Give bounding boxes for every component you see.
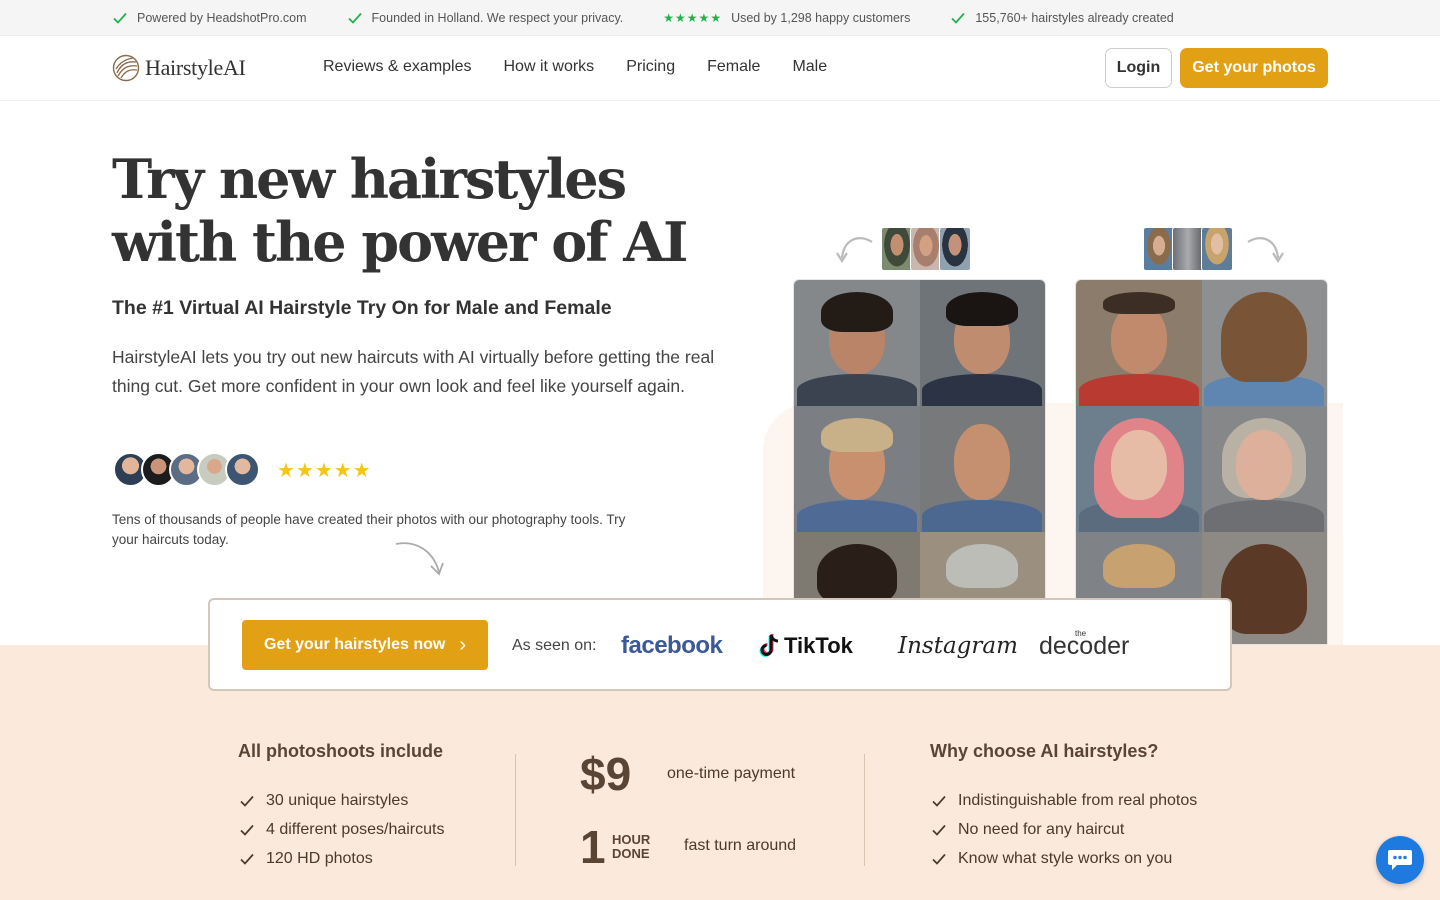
column-divider xyxy=(864,754,865,866)
rotate-arrow-icon xyxy=(836,237,873,264)
list-item-label: 30 unique hairstyles xyxy=(266,792,409,809)
input-photo-thumbnail xyxy=(939,227,971,271)
hero-title-line: Try new hairstyles xyxy=(112,147,627,211)
list-item-label: Indistinguishable from real photos xyxy=(958,792,1198,809)
hairstyle-result-photo xyxy=(1076,406,1202,532)
hairstyle-result-photo xyxy=(794,280,920,406)
list-item-label: No need for any haircut xyxy=(958,821,1125,838)
hero-social-proof-note: Tens of thousands of people have created… xyxy=(112,512,626,547)
tiktok-wordmark: TikTok xyxy=(784,633,853,658)
check-icon xyxy=(113,12,127,24)
top-trust-strip: Powered by HeadshotPro.com Founded in Ho… xyxy=(0,0,1440,36)
hairstyle-result-photo xyxy=(1201,280,1327,406)
nav-link-pricing[interactable]: Pricing xyxy=(626,58,675,76)
column-divider xyxy=(515,754,516,866)
tiktok-logo: TikTok xyxy=(758,626,853,666)
instagram-logo: Instagram xyxy=(898,633,1018,659)
trust-item-hairstyles-created: 155,760+ hairstyles already created xyxy=(950,10,1174,26)
check-icon xyxy=(240,853,254,865)
hairstyleai-logo-icon xyxy=(112,54,140,82)
avatar xyxy=(225,452,260,487)
list-item: Know what style works on you xyxy=(930,841,1197,877)
nav-link-male[interactable]: Male xyxy=(792,58,827,76)
nav-links: Reviews & examples How it works Pricing … xyxy=(323,58,827,76)
chat-widget-button[interactable] xyxy=(1376,836,1424,884)
login-button[interactable]: Login xyxy=(1105,48,1172,88)
trust-item-text: Powered by HeadshotPro.com xyxy=(137,10,307,25)
hairstyle-result-photo xyxy=(794,406,920,532)
list-item-label: 4 different poses/haircuts xyxy=(266,821,445,838)
chevron-right-icon: › xyxy=(459,633,467,656)
trust-item-powered-by: Powered by HeadshotPro.com xyxy=(112,10,307,26)
hairstyle-result-photo xyxy=(919,280,1045,406)
chat-bubble-icon xyxy=(1388,850,1412,870)
star-rating-icon: ★★★★★ xyxy=(663,10,723,25)
column-title: All photoshoots include xyxy=(238,741,443,761)
star-rating-icon: ★★★★★ xyxy=(277,460,372,482)
feature-list: Indistinguishable from real photos No ne… xyxy=(930,783,1197,877)
input-photo-thumbnail xyxy=(881,227,913,271)
check-icon xyxy=(240,824,254,836)
check-icon xyxy=(932,824,946,836)
get-photos-button[interactable]: Get your photos xyxy=(1180,48,1328,88)
rotate-arrow-icon xyxy=(1247,237,1284,264)
the-decoder-logo: the decoder xyxy=(1039,626,1129,666)
input-photo-thumbnail xyxy=(910,227,942,271)
turnaround-unit: HOUR DONE xyxy=(612,833,650,861)
feature-list: 30 unique hairstyles 4 different poses/h… xyxy=(238,783,444,877)
check-icon xyxy=(347,12,362,24)
logo-text: HairstyleAI xyxy=(145,55,246,80)
nav-link-how-it-works[interactable]: How it works xyxy=(504,58,595,76)
as-seen-on-label: As seen on: xyxy=(512,637,597,654)
decoder-the-label: the xyxy=(1075,629,1087,638)
male-hairstyle-grid xyxy=(793,279,1046,645)
tiktok-icon xyxy=(759,634,779,657)
list-item: 120 HD photos xyxy=(238,841,444,877)
main-navbar: HairstyleAI Reviews & examples How it wo… xyxy=(0,36,1440,101)
check-icon xyxy=(240,795,254,807)
male-input-thumbnails xyxy=(881,227,971,271)
list-item-label: 120 HD photos xyxy=(266,850,373,867)
input-photo-thumbnail xyxy=(1172,227,1204,271)
facebook-logo: facebook xyxy=(621,632,723,659)
turnaround-unit-line: DONE xyxy=(612,846,650,861)
trust-item-text: Founded in Holland. We respect your priv… xyxy=(371,10,624,25)
column-title: Why choose AI hairstyles? xyxy=(930,741,1159,761)
hairstyle-result-photo xyxy=(1201,406,1327,532)
hero-subtitle: The #1 Virtual AI Hairstyle Try On for M… xyxy=(112,297,612,319)
female-input-thumbnails xyxy=(1143,227,1233,271)
curved-arrow-icon xyxy=(395,542,444,576)
nav-link-reviews[interactable]: Reviews & examples xyxy=(323,58,472,76)
cta-press-bar: Get your hairstyles now › As seen on: fa… xyxy=(208,598,1232,691)
price-value: $9 xyxy=(580,748,632,800)
female-hairstyle-grid xyxy=(1075,279,1328,645)
hero-title-line: with the power of AI xyxy=(112,210,688,274)
trust-item-text: 155,760+ hairstyles already created xyxy=(975,10,1174,25)
cta-button-label: Get your hairstyles now xyxy=(263,636,446,653)
nav-link-female[interactable]: Female xyxy=(707,58,760,76)
check-icon xyxy=(932,853,946,865)
list-item-label: Know what style works on you xyxy=(958,850,1173,867)
hero-description: HairstyleAI lets you try out new haircut… xyxy=(112,347,715,396)
check-icon xyxy=(951,12,966,24)
site-logo[interactable]: HairstyleAI xyxy=(112,54,246,82)
input-photo-thumbnail xyxy=(1201,227,1233,271)
turnaround-label: fast turn around xyxy=(684,837,797,854)
why-choose-column: Why choose AI hairstyles? Indistinguisha… xyxy=(930,741,1197,877)
trust-item-founded: Founded in Holland. We respect your priv… xyxy=(347,10,624,26)
trust-item-text: Used by 1,298 happy customers xyxy=(731,10,911,25)
turnaround-unit-line: HOUR xyxy=(612,832,651,847)
hairstyle-result-photo xyxy=(1076,280,1202,406)
turnaround-number: 1 xyxy=(580,821,606,873)
get-hairstyles-now-button[interactable]: Get your hairstyles now › xyxy=(242,620,488,670)
input-photo-thumbnail xyxy=(1143,227,1175,271)
trust-item-customers: ★★★★★ Used by 1,298 happy customers xyxy=(663,11,910,25)
customer-avatars xyxy=(113,452,260,487)
hero-title: Try new hairstyles with the power of AI xyxy=(112,148,732,274)
hairstyle-result-photo xyxy=(919,406,1045,532)
price-label: one-time payment xyxy=(667,765,796,782)
check-icon xyxy=(932,795,946,807)
photoshoot-includes-column: All photoshoots include 30 unique hairst… xyxy=(238,741,444,877)
